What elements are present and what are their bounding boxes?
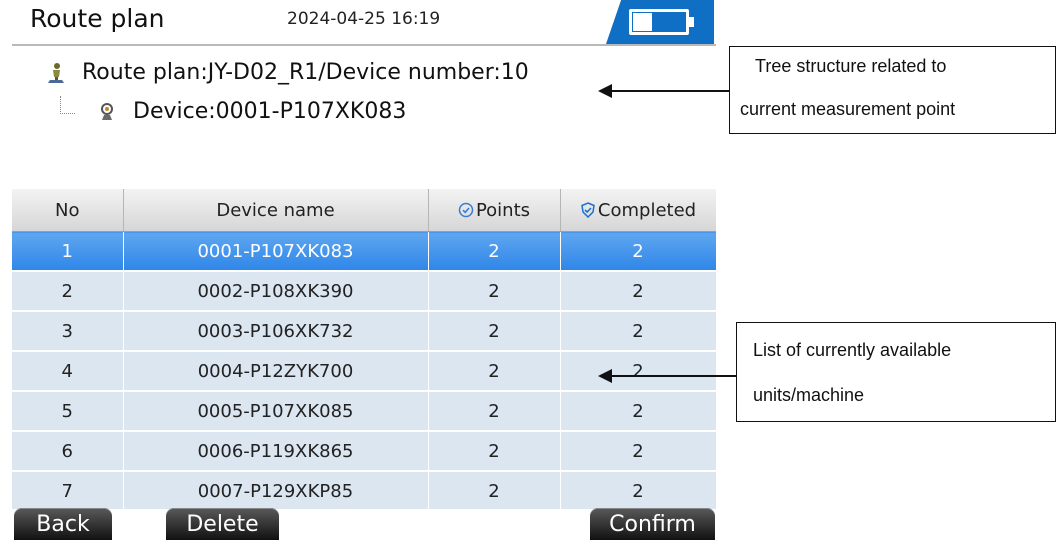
cell-device-name: 0001-P107XK083	[123, 231, 429, 272]
tree-root-label: Route plan:JY-D02_R1/Device number:10	[82, 60, 529, 85]
back-button[interactable]: Back	[14, 508, 112, 540]
cell-no: 7	[12, 471, 124, 509]
route-plan-icon	[48, 62, 64, 83]
table-row[interactable]: 5 0005-P107XK085 2 2	[12, 391, 716, 432]
cell-points: 2	[428, 311, 561, 352]
cell-no: 1	[12, 231, 124, 272]
cell-points: 2	[428, 351, 561, 392]
tree-structure-callout: Tree structure related to current measur…	[729, 46, 1056, 134]
cell-no: 3	[12, 311, 124, 352]
callout-text: List of currently available	[753, 340, 952, 360]
cell-points: 2	[428, 231, 561, 272]
cell-device-name: 0004-P12ZYK700	[123, 351, 429, 392]
table-header-row: No Device name Points Completed	[12, 189, 716, 232]
column-header-completed: Completed	[560, 189, 716, 232]
cell-no: 4	[12, 351, 124, 392]
column-header-points-label: Points	[475, 199, 531, 221]
callout-text: Tree structure related to	[755, 56, 947, 76]
cell-completed: 2	[560, 471, 716, 509]
cell-device-name: 0003-P106XK732	[123, 311, 429, 352]
table-row[interactable]: 6 0006-P119XK865 2 2	[12, 431, 716, 472]
tree-root-node[interactable]: Route plan:JY-D02_R1/Device number:10	[44, 60, 529, 85]
column-header-device-name: Device name	[123, 189, 429, 232]
cell-completed: 2	[560, 271, 716, 312]
cell-completed: 2	[560, 431, 716, 472]
callout-arrow-line	[612, 375, 736, 377]
cell-device-name: 0006-P119XK865	[123, 431, 429, 472]
tree-child-node[interactable]: Device:0001-P107XK083	[95, 99, 406, 124]
battery-terminal	[689, 17, 694, 27]
cell-points: 2	[428, 471, 561, 509]
battery-level-fill	[633, 13, 652, 31]
tree-child-label: Device:0001-P107XK083	[133, 99, 407, 124]
cell-device-name: 0002-P108XK390	[123, 271, 429, 312]
datetime-display: 2024-04-25 16:19	[287, 9, 441, 29]
callout-arrow-head	[598, 369, 612, 383]
device-icon	[101, 102, 113, 120]
cell-completed: 2	[560, 351, 716, 392]
device-list-callout: List of currently available units/machin…	[736, 322, 1056, 422]
cell-completed: 2	[560, 391, 716, 432]
device-table[interactable]: No Device name Points Completed 1 0001-P…	[12, 189, 716, 509]
table-row[interactable]: 7 0007-P129XKP85 2 2	[12, 471, 716, 509]
cell-no: 2	[12, 271, 124, 312]
cell-points: 2	[428, 391, 561, 432]
callout-arrow-head	[598, 84, 612, 98]
cell-points: 2	[428, 271, 561, 312]
check-circle-icon	[458, 202, 474, 217]
cell-no: 5	[12, 391, 124, 432]
callout-text: current measurement point	[740, 99, 956, 119]
shield-check-icon	[581, 201, 595, 218]
callout-arrow-line	[612, 90, 729, 92]
tree-connector	[60, 96, 75, 114]
column-header-completed-label: Completed	[597, 199, 697, 221]
column-header-no: No	[12, 189, 124, 232]
confirm-button[interactable]: Confirm	[590, 508, 715, 540]
table-row[interactable]: 2 0002-P108XK390 2 2	[12, 271, 716, 312]
callout-text: units/machine	[753, 385, 865, 405]
page-title: Route plan	[30, 4, 165, 33]
title-bar-divider	[12, 44, 716, 46]
cell-device-name: 0007-P129XKP85	[123, 471, 429, 509]
cell-no: 6	[12, 431, 124, 472]
cell-completed: 2	[560, 311, 716, 352]
table-row[interactable]: 3 0003-P106XK732 2 2	[12, 311, 716, 352]
cell-completed: 2	[560, 231, 716, 272]
delete-button[interactable]: Delete	[166, 508, 279, 540]
column-header-points: Points	[428, 189, 561, 232]
table-row[interactable]: 1 0001-P107XK083 2 2	[12, 231, 716, 272]
cell-device-name: 0005-P107XK085	[123, 391, 429, 432]
cell-points: 2	[428, 431, 561, 472]
